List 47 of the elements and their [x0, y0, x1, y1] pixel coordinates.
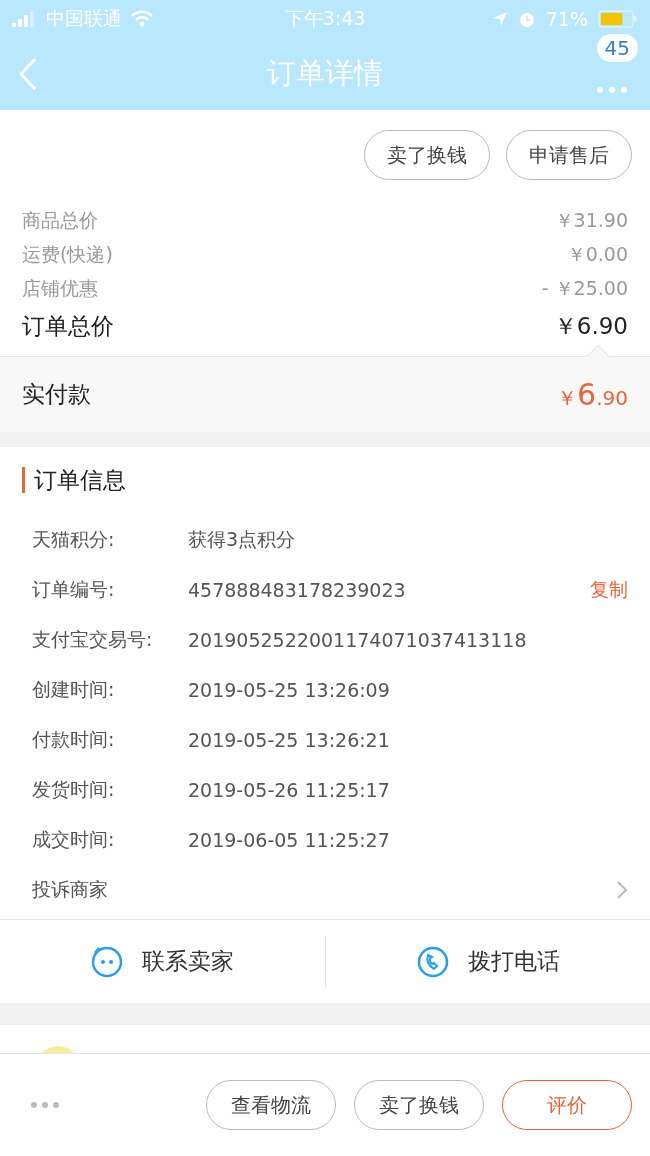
wifi-icon [130, 10, 154, 28]
info-value: 2019-05-25 13:26:09 [188, 679, 391, 701]
info-value: 2019052522001174071037413118 [188, 629, 528, 651]
info-value: 2019-06-05 11:25:27 [188, 829, 391, 851]
info-label: 订单编号: [32, 577, 116, 602]
paid-amount: ￥6.90 [557, 377, 628, 412]
info-value: 2019-05-25 13:26:21 [188, 729, 391, 751]
contact-label[interactable]: 联系卖家 [142, 946, 235, 977]
chat-face-icon [90, 944, 125, 979]
contact-label[interactable]: 拨打电话 [467, 946, 560, 977]
status-time: 下午3:43 [284, 6, 366, 31]
more-icon[interactable] [596, 86, 628, 94]
phone-icon [415, 944, 450, 979]
chevron-right-icon [616, 880, 628, 900]
info-label: 成交时间: [32, 827, 116, 852]
back-icon[interactable] [18, 57, 38, 91]
action-button[interactable]: 卖了换钱 [364, 130, 490, 180]
price-value: - ￥25.00 [541, 276, 628, 301]
paid-label: 实付款 [22, 380, 91, 409]
price-value: ￥31.90 [554, 208, 628, 233]
info-label: 天猫积分: [32, 527, 116, 552]
price-value: ￥0.00 [566, 242, 628, 267]
info-value: 2019-05-26 11:25:17 [188, 779, 391, 801]
action-button[interactable]: 申请售后 [506, 130, 632, 180]
location-arrow-icon [491, 11, 508, 27]
price-label: 店铺优惠 [22, 276, 98, 301]
price-label: 运费(快递) [22, 242, 113, 267]
action-button[interactable]: 查看物流 [206, 1080, 336, 1130]
total-value: ￥6.90 [553, 311, 628, 341]
section-title: 订单信息 [22, 467, 628, 493]
info-label: 付款时间: [32, 727, 116, 752]
page-title: 订单详情 [267, 55, 383, 92]
complaint-link[interactable]: 投诉商家 [32, 877, 616, 903]
info-label: 发货时间: [32, 777, 116, 802]
action-button[interactable]: 卖了换钱 [354, 1080, 484, 1130]
total-label: 订单总价 [22, 311, 114, 341]
battery-icon [598, 10, 638, 28]
price-label: 商品总价 [22, 208, 98, 233]
battery-percent: 71% [545, 8, 588, 30]
info-label: 创建时间: [32, 677, 116, 702]
alarm-clock-icon [517, 10, 536, 28]
info-value: 获得3点积分 [188, 527, 297, 552]
carrier-name: 中国联通 [46, 6, 122, 31]
info-value: 457888483178239023 [188, 579, 407, 601]
message-count-badge: 45 [596, 34, 638, 62]
info-label: 支付宝交易号: [32, 627, 154, 652]
more-icon[interactable] [30, 1101, 60, 1109]
